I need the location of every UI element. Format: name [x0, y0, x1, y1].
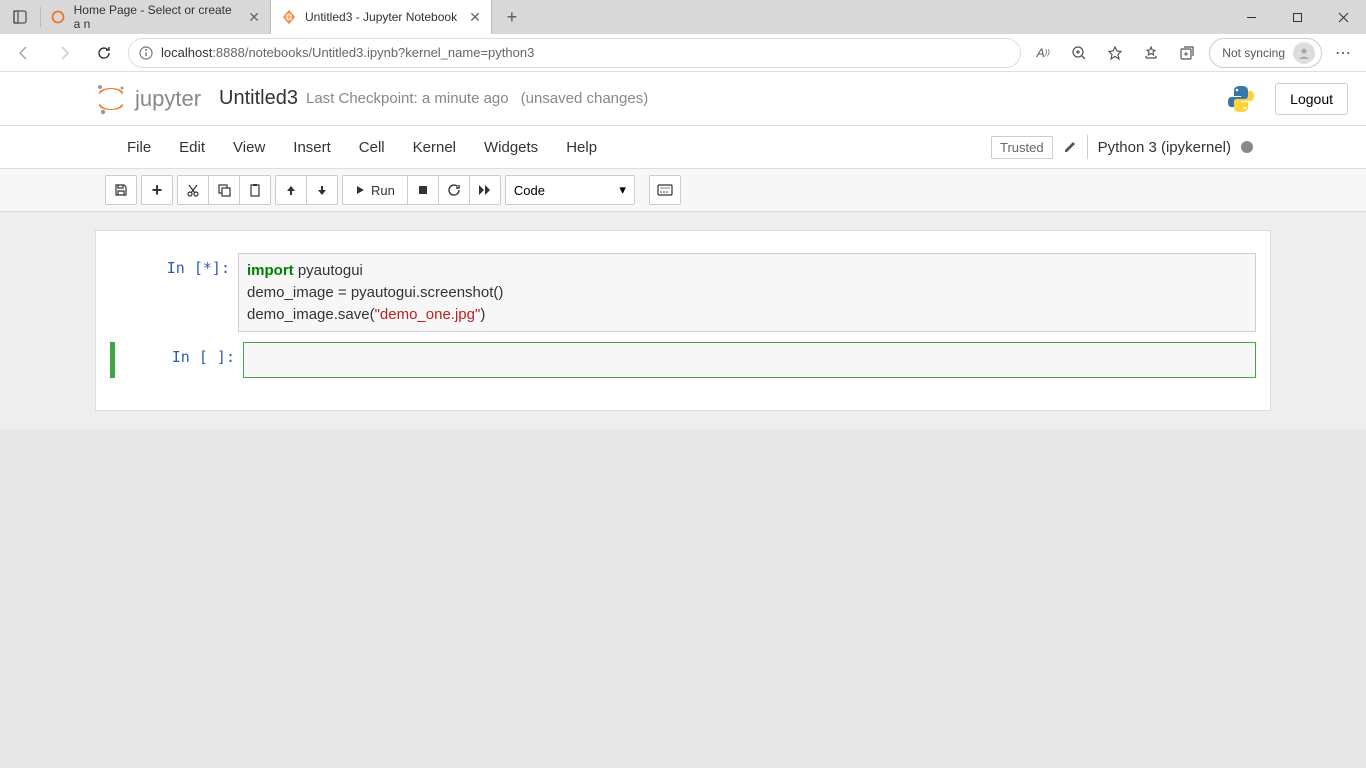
python-logo-icon [1225, 83, 1257, 115]
zoom-icon[interactable] [1065, 39, 1093, 67]
site-info-icon[interactable] [139, 46, 153, 60]
tab-actions-icon[interactable] [0, 0, 40, 34]
unsaved-status: (unsaved changes) [521, 90, 649, 107]
menu-file[interactable]: File [113, 126, 165, 168]
kernel-name[interactable]: Python 3 (ipykernel) [1098, 139, 1231, 156]
save-button[interactable] [105, 175, 137, 205]
paste-button[interactable] [239, 175, 271, 205]
command-palette-button[interactable] [649, 175, 681, 205]
address-bar: localhost:8888/notebooks/Untitled3.ipynb… [0, 34, 1366, 72]
copy-button[interactable] [208, 175, 240, 205]
notebook-title[interactable]: Untitled3 [219, 87, 298, 110]
menu-cell[interactable]: Cell [345, 126, 399, 168]
logout-button[interactable]: Logout [1275, 83, 1348, 115]
add-cell-button[interactable]: + [141, 175, 173, 205]
close-icon[interactable]: ✕ [469, 9, 481, 26]
more-icon[interactable]: ⋯ [1330, 39, 1358, 67]
trusted-indicator[interactable]: Trusted [991, 136, 1053, 159]
kernel-status-icon [1241, 141, 1253, 153]
refresh-button[interactable] [88, 37, 120, 69]
browser-tab[interactable]: Home Page - Select or create a n ✕ [41, 0, 271, 34]
menubar: File Edit View Insert Cell Kernel Widget… [95, 126, 1271, 168]
collections-icon[interactable] [1173, 39, 1201, 67]
cut-button[interactable] [177, 175, 209, 205]
read-aloud-icon[interactable]: A)) [1029, 39, 1057, 67]
jupyter-busy-favicon-icon [281, 9, 297, 25]
cell-prompt: In [ ]: [115, 342, 243, 378]
url-text: localhost:8888/notebooks/Untitled3.ipynb… [161, 45, 534, 60]
menu-help[interactable]: Help [552, 126, 611, 168]
close-icon[interactable]: ✕ [248, 9, 260, 26]
move-down-button[interactable] [306, 175, 338, 205]
back-button[interactable] [8, 37, 40, 69]
toolbar: + Run Code ▾ [95, 169, 1271, 211]
favorites-bar-icon[interactable] [1137, 39, 1165, 67]
code-cell[interactable]: In [ ]: [110, 342, 1256, 378]
interrupt-button[interactable] [407, 175, 439, 205]
checkpoint-status: Last Checkpoint: a minute ago [306, 90, 509, 107]
menu-insert[interactable]: Insert [279, 126, 345, 168]
cell-prompt: In [*]: [110, 253, 238, 332]
run-button[interactable]: Run [342, 175, 408, 205]
favorites-icon[interactable] [1101, 39, 1129, 67]
menu-view[interactable]: View [219, 126, 279, 168]
code-input[interactable] [244, 343, 1255, 377]
profile-avatar-icon [1293, 42, 1315, 64]
browser-tab[interactable]: Untitled3 - Jupyter Notebook ✕ [271, 0, 492, 34]
tab-title: Untitled3 - Jupyter Notebook [305, 10, 457, 24]
menu-edit[interactable]: Edit [165, 126, 219, 168]
forward-button[interactable] [48, 37, 80, 69]
tab-title: Home Page - Select or create a n [74, 3, 237, 31]
move-up-button[interactable] [275, 175, 307, 205]
jupyter-logo[interactable]: jupyter [95, 82, 201, 116]
notebook-container: In [*]: import pyautogui demo_image = py… [0, 212, 1366, 429]
jupyter-favicon-icon [51, 9, 66, 25]
edit-icon[interactable] [1063, 140, 1077, 154]
code-input[interactable]: import pyautogui demo_image = pyautogui.… [239, 254, 1255, 331]
menu-kernel[interactable]: Kernel [399, 126, 470, 168]
window-controls [1228, 0, 1366, 34]
chevron-down-icon: ▾ [619, 182, 626, 198]
close-window-button[interactable] [1320, 0, 1366, 34]
notebook-header: jupyter Untitled3 Last Checkpoint: a min… [0, 72, 1366, 126]
restart-button[interactable] [438, 175, 470, 205]
cell-type-select[interactable]: Code ▾ [505, 175, 635, 205]
new-tab-button[interactable]: + [492, 0, 532, 34]
browser-tab-strip: Home Page - Select or create a n ✕ Untit… [0, 0, 1366, 34]
maximize-button[interactable] [1274, 0, 1320, 34]
minimize-button[interactable] [1228, 0, 1274, 34]
menu-widgets[interactable]: Widgets [470, 126, 552, 168]
sync-status[interactable]: Not syncing [1209, 38, 1322, 68]
url-input[interactable]: localhost:8888/notebooks/Untitled3.ipynb… [128, 38, 1021, 68]
code-cell[interactable]: In [*]: import pyautogui demo_image = py… [110, 253, 1256, 332]
restart-run-all-button[interactable] [469, 175, 501, 205]
